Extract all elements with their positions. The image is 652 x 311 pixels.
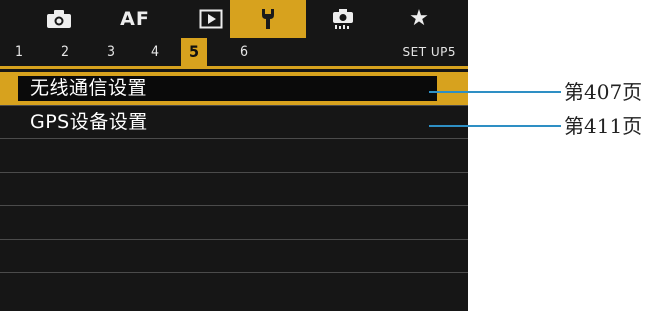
menu-item-label: GPS设备设置 [30,110,148,133]
menu-item-empty [0,173,468,206]
callout-page-ref-2: 第411页 [564,114,643,138]
page-number-6[interactable]: 6 [235,38,253,66]
wrench-icon [259,7,277,31]
page-number-2[interactable]: 2 [56,38,74,66]
menu-item-empty [0,240,468,273]
page-number-4[interactable]: 4 [146,38,164,66]
menu-item-empty [0,139,468,173]
menu-category-tabs: AF ★ [0,0,468,38]
tab-shooting[interactable] [21,0,97,38]
page-number-3[interactable]: 3 [102,38,120,66]
menu-item-wireless-settings[interactable]: 无线通信设置 [0,72,468,106]
callout-page-ref-1: 第407页 [564,80,643,104]
page-number-5[interactable]: 5 [181,38,207,66]
star-icon: ★ [409,6,429,31]
camera-icon [46,9,72,29]
menu-item-gps-settings[interactable]: GPS设备设置 [0,106,468,139]
camera-menu-screen: AF ★ 1 2 3 4 5 6 SET UP5 无线通信设置 GPS设备设置 [0,0,468,311]
menu-list: 无线通信设置 GPS设备设置 [0,72,468,307]
page-title: SET UP5 [402,45,456,59]
playback-icon [199,9,223,29]
tab-af[interactable]: AF [97,0,173,38]
tab-my-menu[interactable]: ★ [381,0,457,38]
tab-custom-functions[interactable] [305,0,381,38]
callout-line-2 [429,125,561,127]
callout-line-1 [429,91,561,93]
tab-setup[interactable] [230,0,306,38]
menu-item-empty [0,273,468,307]
custom-function-icon [330,8,356,30]
tab-af-label: AF [120,8,150,30]
menu-item-empty [0,206,468,240]
page-number-row: 1 2 3 4 5 6 SET UP5 [0,38,468,69]
page-number-1[interactable]: 1 [10,38,28,66]
menu-item-label: 无线通信设置 [30,77,148,99]
